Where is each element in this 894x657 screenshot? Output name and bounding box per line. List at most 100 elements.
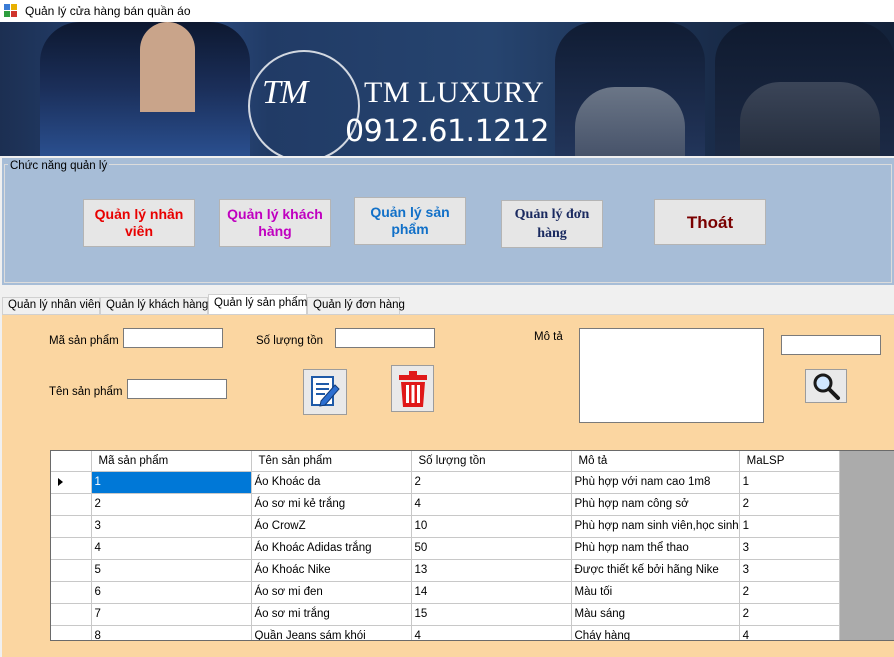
table-cell[interactable]: 13 bbox=[411, 559, 572, 582]
search-icon bbox=[813, 373, 840, 400]
table-cell[interactable]: Được thiết kế bởi hãng Nike bbox=[571, 559, 740, 582]
banner: TM TM LUXURY 0912.61.1212 bbox=[0, 22, 894, 156]
trash-icon bbox=[398, 370, 427, 407]
table-cell[interactable]: 4 bbox=[91, 537, 252, 560]
search-input[interactable] bbox=[781, 335, 881, 355]
row-header[interactable] bbox=[51, 515, 92, 538]
table-cell[interactable]: Phù hợp với nam cao 1m8 bbox=[571, 471, 740, 494]
current-row-arrow-icon bbox=[58, 478, 63, 486]
product-id-label: Mã sản phẩm bbox=[49, 335, 119, 347]
table-cell[interactable]: Áo sơ mi trắng bbox=[251, 603, 412, 626]
tab-employees[interactable]: Quản lý nhân viên bbox=[2, 297, 101, 314]
table-row[interactable]: 1 Áo Khoác da 2 Phù hợp với nam cao 1m8 … bbox=[51, 471, 840, 494]
products-panel: Mã sản phẩm Số lượng tồn Mô tả Tên sản p… bbox=[2, 314, 894, 657]
table-cell[interactable]: 15 bbox=[411, 603, 572, 626]
table-cell[interactable]: 2 bbox=[411, 471, 572, 494]
table-row[interactable]: 5 Áo Khoác Nike 13 Được thiết kế bởi hãn… bbox=[51, 559, 840, 582]
table-cell[interactable]: Phù hợp nam công sở bbox=[571, 493, 740, 516]
table-cell[interactable]: 1 bbox=[91, 471, 252, 494]
table-cell[interactable]: 1 bbox=[739, 515, 840, 538]
product-name-label: Tên sản phẩm bbox=[49, 386, 123, 398]
tab-products[interactable]: Quản lý sản phẩm bbox=[208, 294, 307, 314]
row-header[interactable] bbox=[51, 559, 92, 582]
table-cell[interactable]: Phù hợp nam thể thao bbox=[571, 537, 740, 560]
description-textarea[interactable] bbox=[579, 328, 764, 423]
table-cell[interactable]: 2 bbox=[739, 581, 840, 604]
group-legend: Chức năng quản lý bbox=[8, 160, 110, 172]
exit-button[interactable]: Thoát bbox=[654, 199, 766, 245]
table-cell[interactable]: 5 bbox=[91, 559, 252, 582]
table-row[interactable]: 4 Áo Khoác Adidas trắng 50 Phù hợp nam t… bbox=[51, 537, 840, 560]
column-header[interactable]: Số lượng tồn bbox=[411, 451, 572, 472]
row-header[interactable] bbox=[51, 603, 92, 626]
products-grid[interactable]: Mã sản phẩm Tên sản phẩm Số lượng tồn Mô… bbox=[50, 450, 894, 641]
column-header[interactable]: MaLSP bbox=[739, 451, 840, 472]
table-cell[interactable]: 8 bbox=[91, 625, 252, 640]
table-cell[interactable]: 4 bbox=[411, 493, 572, 516]
column-header[interactable]: Tên sản phẩm bbox=[251, 451, 412, 472]
logo-mark: TM bbox=[262, 74, 308, 111]
brand-phone: 0912.61.1212 bbox=[345, 114, 549, 149]
row-header-corner bbox=[51, 451, 92, 472]
table-cell[interactable]: Quần Jeans sám khói bbox=[251, 625, 412, 640]
row-header[interactable] bbox=[51, 471, 92, 494]
table-cell[interactable]: 2 bbox=[739, 603, 840, 626]
column-header[interactable]: Mã sản phẩm bbox=[91, 451, 252, 472]
delete-button[interactable] bbox=[391, 365, 434, 412]
table-cell[interactable]: Phù hợp nam sinh viên,học sinh bbox=[571, 515, 740, 538]
tab-orders[interactable]: Quản lý đơn hàng bbox=[307, 297, 405, 314]
table-cell[interactable]: Áo Khoác da bbox=[251, 471, 412, 494]
table-header: Mã sản phẩm Tên sản phẩm Số lượng tồn Mô… bbox=[51, 451, 840, 472]
table-cell[interactable]: 3 bbox=[91, 515, 252, 538]
table-cell[interactable]: 4 bbox=[411, 625, 572, 640]
management-group: Chức năng quản lý Quản lý nhân viên Quản… bbox=[2, 158, 894, 285]
table-cell[interactable]: 50 bbox=[411, 537, 572, 560]
table-cell[interactable]: Áo sơ mi kẻ trắng bbox=[251, 493, 412, 516]
table-cell[interactable]: Áo Khoác Nike bbox=[251, 559, 412, 582]
table-cell[interactable]: Cháy hàng bbox=[571, 625, 740, 640]
table-cell[interactable]: 3 bbox=[739, 559, 840, 582]
column-header[interactable]: Mô tả bbox=[571, 451, 740, 472]
table-row[interactable]: 8 Quần Jeans sám khói 4 Cháy hàng 4 bbox=[51, 625, 840, 640]
title-bar: Quản lý cửa hàng bán quần áo bbox=[0, 0, 894, 22]
table-cell[interactable]: Áo sơ mi đen bbox=[251, 581, 412, 604]
table-row[interactable]: 7 Áo sơ mi trắng 15 Màu sáng 2 bbox=[51, 603, 840, 626]
row-header[interactable] bbox=[51, 581, 92, 604]
search-button[interactable] bbox=[805, 369, 847, 403]
table-cell[interactable]: 2 bbox=[739, 493, 840, 516]
table-row[interactable]: 6 Áo sơ mi đen 14 Màu tối 2 bbox=[51, 581, 840, 604]
table-cell[interactable]: Áo Khoác Adidas trắng bbox=[251, 537, 412, 560]
stock-quantity-input[interactable] bbox=[335, 328, 435, 348]
table-cell[interactable]: 1 bbox=[739, 471, 840, 494]
tab-strip: Quản lý nhân viên Quản lý khách hàng Quả… bbox=[2, 294, 894, 314]
brand-name: TM LUXURY bbox=[364, 76, 545, 109]
product-id-input[interactable] bbox=[123, 328, 223, 348]
manage-customers-button[interactable]: Quản lý khách hàng bbox=[219, 199, 331, 247]
table-row[interactable]: 2 Áo sơ mi kẻ trắng 4 Phù hợp nam công s… bbox=[51, 493, 840, 516]
edit-icon bbox=[311, 376, 340, 407]
table-cell[interactable]: 14 bbox=[411, 581, 572, 604]
manage-orders-button[interactable]: Quản lý đơn hàng bbox=[501, 200, 603, 248]
app-icon bbox=[4, 4, 18, 18]
table-cell[interactable]: 4 bbox=[739, 625, 840, 640]
manage-employees-button[interactable]: Quản lý nhân viên bbox=[83, 199, 195, 247]
table-row[interactable]: 3 Áo CrowZ 10 Phù hợp nam sinh viên,học … bbox=[51, 515, 840, 538]
manage-products-button[interactable]: Quản lý sản phẩm bbox=[354, 197, 466, 245]
table-cell[interactable]: Màu tối bbox=[571, 581, 740, 604]
row-header[interactable] bbox=[51, 537, 92, 560]
table-cell[interactable]: 7 bbox=[91, 603, 252, 626]
table-cell[interactable]: 2 bbox=[91, 493, 252, 516]
products-table: Mã sản phẩm Tên sản phẩm Số lượng tồn Mô… bbox=[51, 451, 840, 640]
stock-quantity-label: Số lượng tồn bbox=[256, 335, 324, 347]
table-cell[interactable]: 3 bbox=[739, 537, 840, 560]
row-header[interactable] bbox=[51, 493, 92, 516]
table-cell[interactable]: Màu sáng bbox=[571, 603, 740, 626]
row-header[interactable] bbox=[51, 625, 92, 640]
product-name-input[interactable] bbox=[127, 379, 227, 399]
table-cell[interactable]: Áo CrowZ bbox=[251, 515, 412, 538]
edit-button[interactable] bbox=[303, 369, 347, 415]
table-cell[interactable]: 10 bbox=[411, 515, 572, 538]
tab-customers[interactable]: Quản lý khách hàng bbox=[100, 297, 208, 314]
window-title: Quản lý cửa hàng bán quần áo bbox=[25, 4, 191, 18]
table-cell[interactable]: 6 bbox=[91, 581, 252, 604]
